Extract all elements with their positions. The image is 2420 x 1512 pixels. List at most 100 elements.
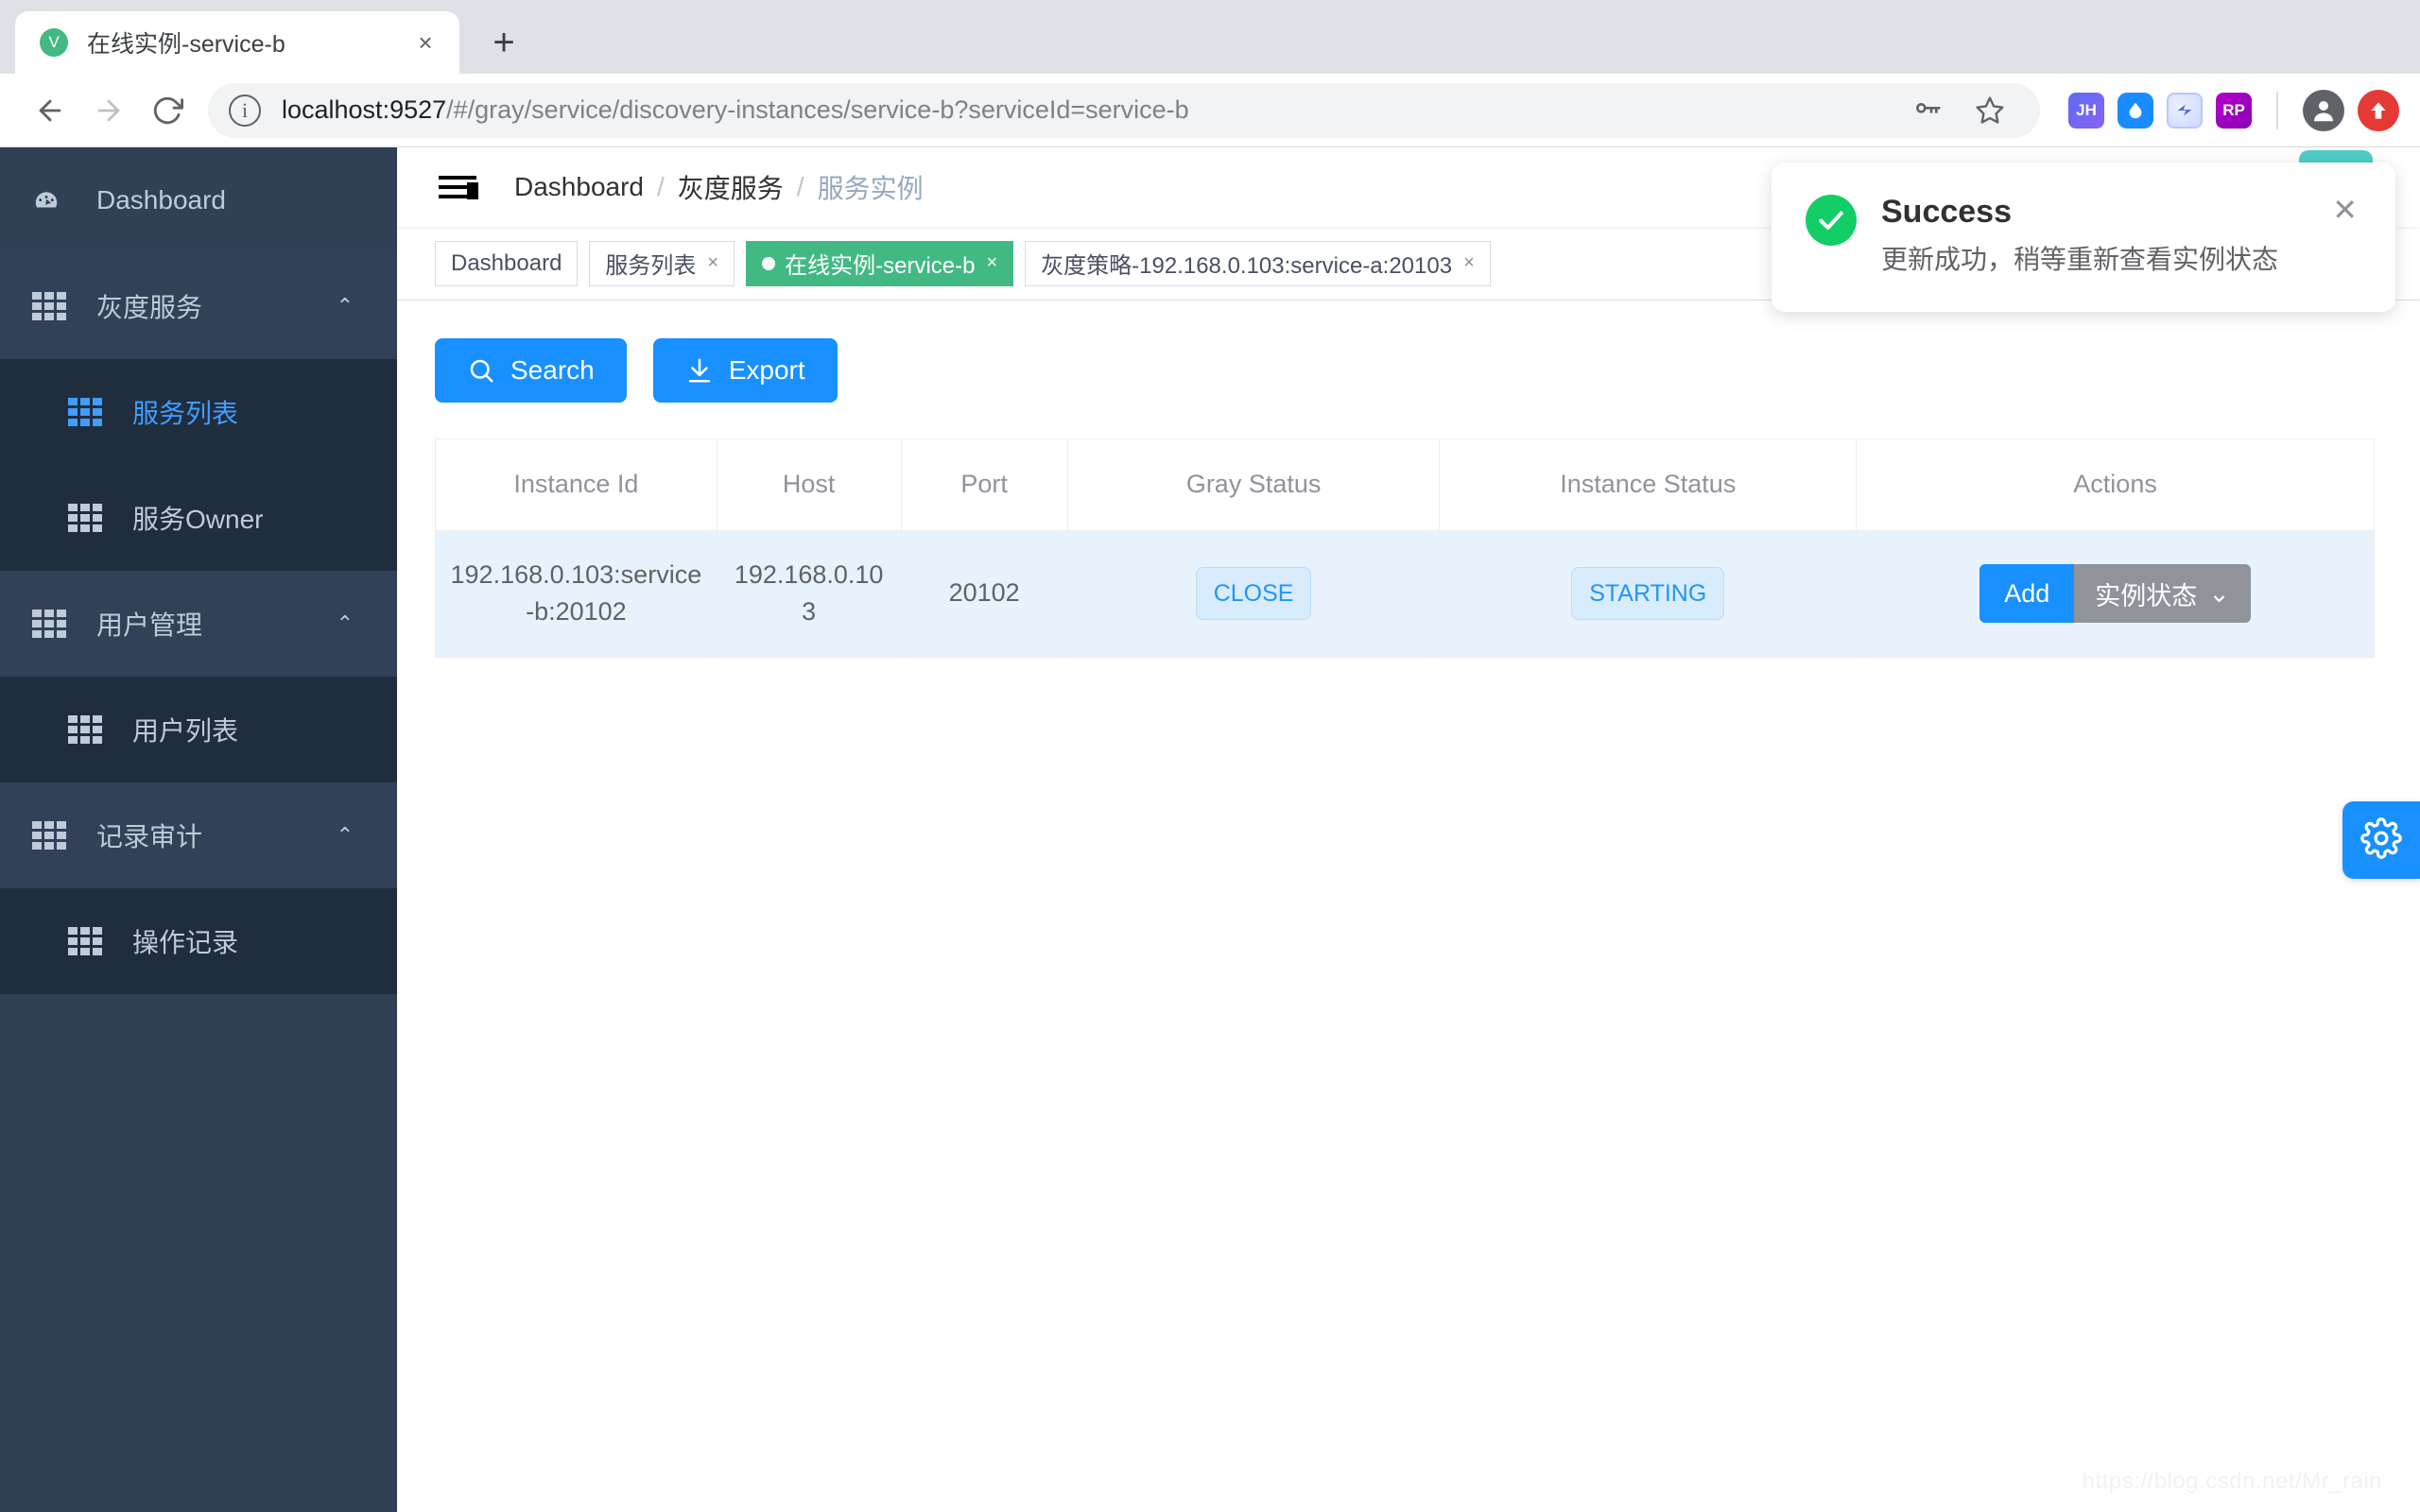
table-row[interactable]: 192.168.0.103:service-b:20102 192.168.0.… [436,530,2374,658]
watermark: https://blog.csdn.net/Mr_rain [2082,1469,2382,1494]
bookmark-star-icon[interactable] [1961,81,2019,140]
table-header-row: Instance Id Host Port Gray Status Instan… [436,439,2374,531]
sidebar-item-label: Dashboard [96,185,226,215]
instance-status-dropdown[interactable]: 实例状态 ⌄ [2074,564,2251,623]
tag-dashboard[interactable]: Dashboard [435,240,579,286]
tag-label: Dashboard [451,249,562,276]
close-icon[interactable]: × [986,252,997,274]
search-button-label: Search [510,355,595,385]
instance-status-dropdown-label: 实例状态 [2095,581,2198,610]
grid-icon [68,927,106,955]
sidebar-item-service-owner[interactable]: 服务Owner [0,465,397,571]
url-text: localhost:9527/#/gray/service/discovery-… [282,95,1189,125]
sidebar-group-gray-service[interactable]: 灰度服务 ⌃ [0,253,397,359]
search-button[interactable]: Search [435,338,627,403]
column-header-instance-id[interactable]: Instance Id [436,439,717,531]
check-circle-icon [1806,195,1857,246]
password-key-icon[interactable] [1898,81,1957,140]
new-tab-button[interactable]: + [475,13,533,72]
content-area: Search Export Instance Id Host Port Gray… [397,301,2420,1512]
breadcrumb-item-dashboard[interactable]: Dashboard [514,172,644,202]
sidebar-item-label: 操作记录 [132,928,239,957]
sidebar-group-user-management[interactable]: 用户管理 ⌃ [0,571,397,677]
main-column: Dashboard / 灰度服务 / 服务实例 Dashboard 服务列表 × [397,147,2420,1512]
droplet-extension-icon[interactable] [2118,92,2153,129]
close-icon[interactable]: ✕ [2332,195,2358,278]
grid-icon [32,292,70,320]
collapse-sidebar-icon[interactable] [439,176,478,199]
tag-service-list[interactable]: 服务列表 × [589,240,735,286]
close-icon[interactable]: × [1463,252,1475,274]
notification-message: 更新成功，稍等重新查看实例状态 [1881,245,2279,275]
toolbar-divider [2276,91,2278,129]
grid-icon [68,504,106,532]
export-button-label: Export [728,355,805,385]
instance-status-badge: STARTING [1571,567,1725,620]
close-icon[interactable]: × [408,26,442,60]
sidebar-item-dashboard[interactable]: Dashboard [0,147,397,253]
sidebar-item-service-list[interactable]: 服务列表 [0,359,397,465]
sidebar-item-label: 用户管理 [96,610,203,640]
browser-toolbar: i localhost:9527/#/gray/service/discover… [0,74,2420,147]
cell-port: 20102 [901,530,1068,658]
sidebar-group-audit-log[interactable]: 记录审计 ⌃ [0,782,397,888]
sidebar-item-label: 服务列表 [132,399,239,428]
sidebar: Dashboard 灰度服务 ⌃ 服务列表 服务Owner 用户管理 ⌃ 用户列… [0,147,397,1512]
settings-panel-toggle[interactable] [2342,801,2420,879]
tag-online-instance[interactable]: 在线实例-service-b × [746,240,1014,286]
column-header-actions: Actions [1856,439,2374,531]
chevron-up-icon: ⌃ [336,611,354,635]
add-button[interactable]: Add [1979,564,2075,623]
back-icon[interactable] [21,81,79,140]
rp-extension-icon[interactable]: RP [2216,92,2252,129]
breadcrumb: Dashboard / 灰度服务 / 服务实例 [514,168,924,206]
jh-extension-icon[interactable]: JH [2068,92,2104,129]
sidebar-item-label: 服务Owner [132,505,264,534]
update-icon[interactable] [2358,89,2399,131]
grid-icon [68,398,106,426]
profile-avatar[interactable] [2303,89,2344,131]
sidebar-item-operation-log[interactable]: 操作记录 [0,888,397,994]
sidebar-item-label: 记录审计 [96,822,203,851]
cell-actions: Add 实例状态 ⌄ [1856,530,2374,658]
grid-icon [32,610,70,638]
breadcrumb-item-gray-service[interactable]: 灰度服务 [678,168,784,206]
app-container: Dashboard 灰度服务 ⌃ 服务列表 服务Owner 用户管理 ⌃ 用户列… [0,147,2420,1512]
reload-icon[interactable] [138,81,197,140]
sidebar-item-label: 灰度服务 [96,293,203,322]
tag-label: 在线实例-service-b [785,253,976,279]
column-header-port[interactable]: Port [901,439,1068,531]
gray-status-badge: CLOSE [1195,567,1312,620]
tag-label: 服务列表 [605,253,697,279]
tag-gray-policy[interactable]: 灰度策略-192.168.0.103:service-a:20103 × [1025,240,1491,286]
sidebar-item-user-list[interactable]: 用户列表 [0,677,397,782]
breadcrumb-separator: / [656,172,665,201]
url-host: localhost:9527 [282,95,447,124]
export-button[interactable]: Export [652,338,838,403]
browser-window: V 在线实例-service-b × + i localhost:9527/#/… [0,0,2420,1512]
rp-label: RP [2222,100,2245,119]
column-header-gray-status[interactable]: Gray Status [1067,439,1441,531]
cell-host: 192.168.0.103 [717,530,902,658]
success-notification: Success 更新成功，稍等重新查看实例状态 ✕ [1772,163,2395,312]
browser-tab[interactable]: V 在线实例-service-b × [15,11,459,74]
column-header-instance-status[interactable]: Instance Status [1439,439,1858,531]
search-icon [467,356,495,385]
browser-tabstrip: V 在线实例-service-b × + [0,0,2420,74]
column-header-host[interactable]: Host [717,439,902,531]
chevron-up-icon: ⌃ [336,823,354,847]
close-icon[interactable]: × [707,252,718,274]
actions-button-group: Add 实例状态 ⌄ [1979,564,2251,623]
cell-instance-status: STARTING [1439,530,1858,658]
site-info-icon[interactable]: i [229,94,261,127]
chevron-up-icon: ⌃ [336,294,354,318]
notification-title: Success [1881,194,2012,230]
blue-circle-extension-icon[interactable] [2167,92,2203,129]
forward-icon[interactable] [79,81,138,140]
tab-title: 在线实例-service-b [87,31,285,58]
action-toolbar: Search Export [435,338,2375,403]
vue-favicon: V [40,28,68,57]
address-bar[interactable]: i localhost:9527/#/gray/service/discover… [208,81,2040,140]
sidebar-item-label: 用户列表 [132,716,239,746]
favicon-letter: V [48,33,60,51]
